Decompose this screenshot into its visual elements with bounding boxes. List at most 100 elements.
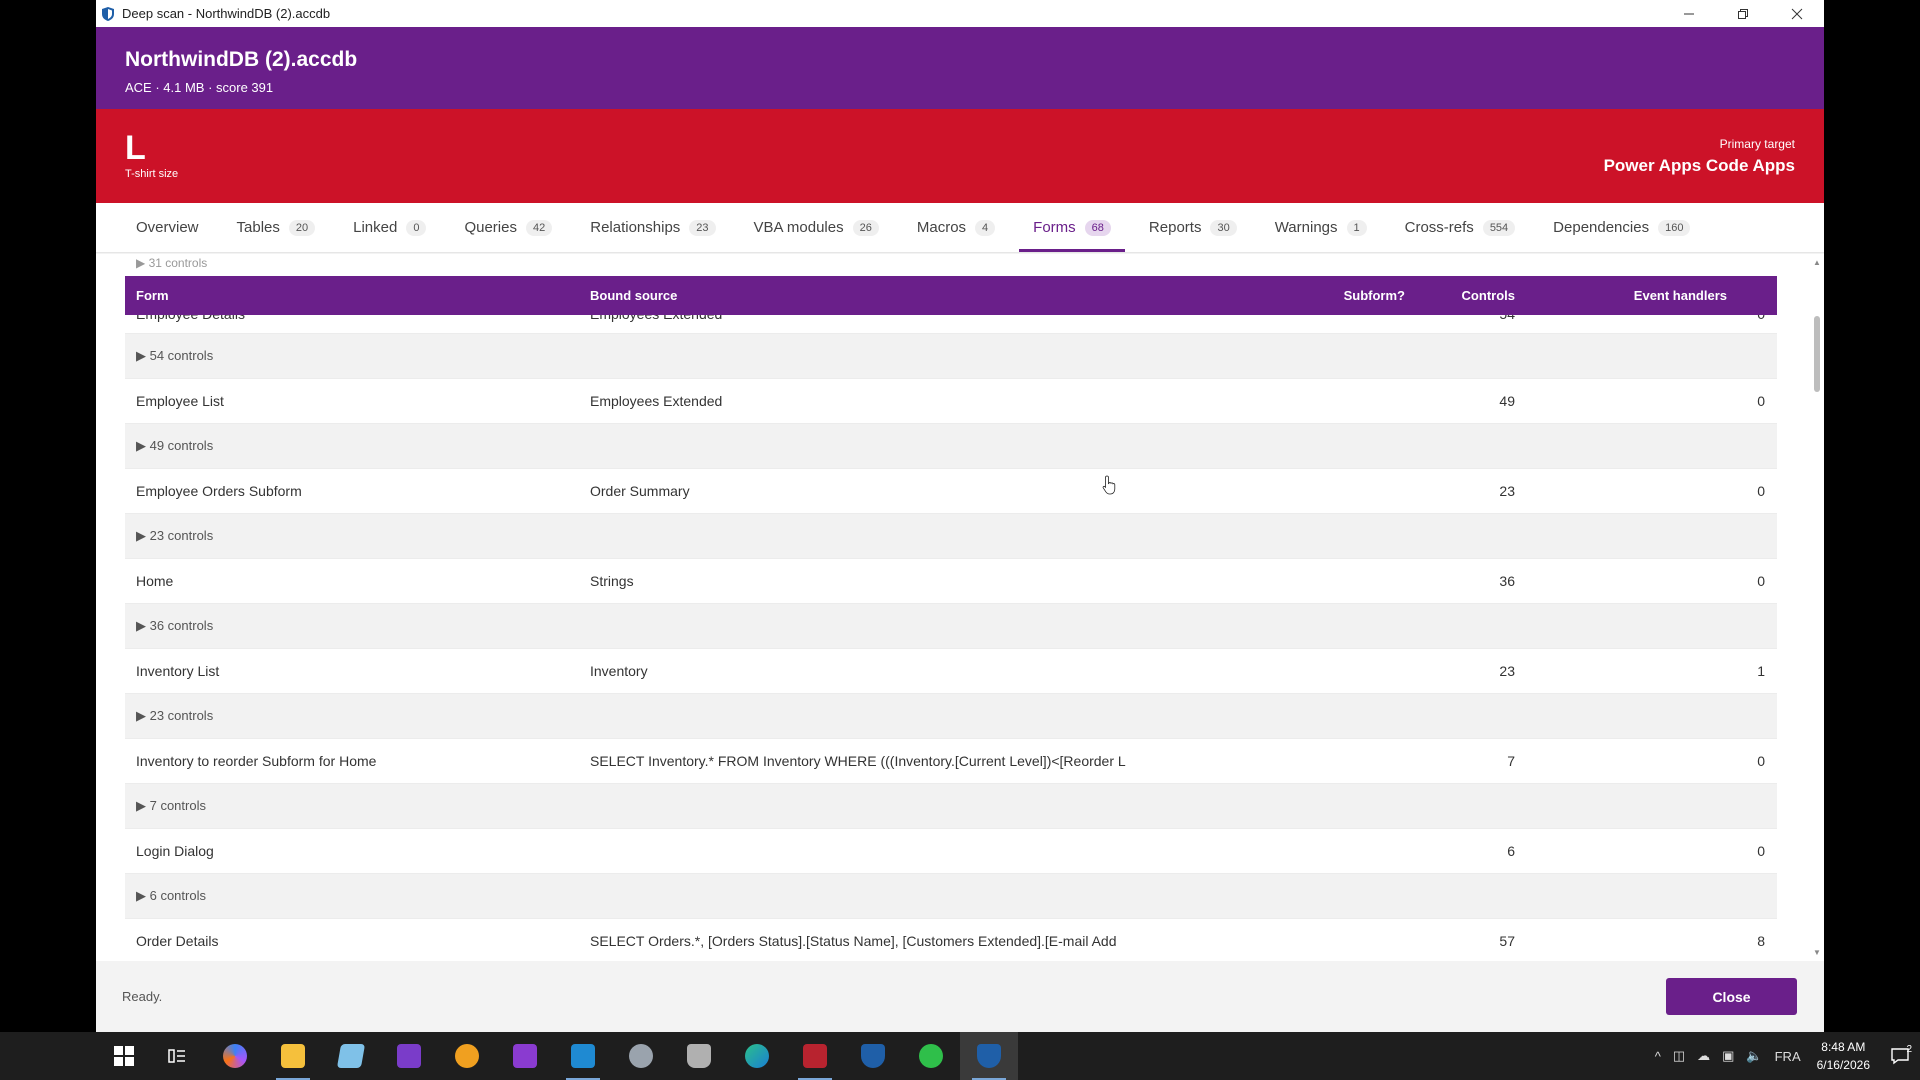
visual-studio-icon xyxy=(397,1044,421,1068)
notification-count: 2 xyxy=(1906,1044,1912,1055)
tab-reports[interactable]: Reports 30 xyxy=(1135,203,1251,252)
expand-controls-toggle[interactable]: ▶ 49 controls xyxy=(125,438,590,454)
tab-label: Cross-refs xyxy=(1404,219,1474,236)
folder-icon xyxy=(281,1044,305,1068)
show-hidden-icons-chevron-icon[interactable]: ^ xyxy=(1655,1049,1661,1064)
taskbar-app-access[interactable] xyxy=(786,1032,844,1080)
expand-controls-toggle[interactable]: ▶ 6 controls xyxy=(125,888,590,904)
expand-controls-toggle[interactable]: ▶ 7 controls xyxy=(125,798,590,814)
forms-table-panel: ▶ 31 controls Form Bound source Subform?… xyxy=(96,254,1824,961)
scroll-up-arrow-icon[interactable]: ▲ xyxy=(1813,258,1821,267)
tab-relationships[interactable]: Relationships 23 xyxy=(576,203,729,252)
tab-forms[interactable]: Forms 68 xyxy=(1019,203,1125,252)
tab-cross-refs[interactable]: Cross-refs 554 xyxy=(1391,203,1530,252)
expand-controls-toggle[interactable]: ▶ 54 controls xyxy=(125,348,590,364)
taskbar-app-cloud-tool[interactable] xyxy=(612,1032,670,1080)
tab-queries[interactable]: Queries 42 xyxy=(450,203,566,252)
table-row[interactable]: Employee List Employees Extended 49 0 xyxy=(125,379,1777,424)
tab-vba-modules[interactable]: VBA modules 26 xyxy=(740,203,893,252)
language-indicator[interactable]: FRA xyxy=(1775,1049,1801,1064)
taskbar-app-xbox[interactable] xyxy=(902,1032,960,1080)
taskbar-app-visual-studio[interactable] xyxy=(380,1032,438,1080)
copilot-icon xyxy=(223,1044,247,1068)
shield-icon xyxy=(861,1044,885,1068)
column-header-bound-source[interactable]: Bound source xyxy=(590,288,1305,303)
scroll-down-arrow-icon[interactable]: ▼ xyxy=(1813,948,1821,957)
column-header-event-handlers[interactable]: Event handlers xyxy=(1525,288,1777,303)
taskbar-app-database[interactable] xyxy=(670,1032,728,1080)
vertical-scrollbar[interactable]: ▲ ▼ xyxy=(1810,254,1824,961)
table-row[interactable]: Login Dialog 6 0 xyxy=(125,829,1777,874)
tab-count-badge: 4 xyxy=(975,219,996,236)
minimize-button[interactable] xyxy=(1662,0,1716,27)
event-handlers-cell: 8 xyxy=(1757,933,1765,949)
close-window-button[interactable] xyxy=(1770,0,1824,27)
tab-linked[interactable]: Linked 0 xyxy=(339,203,440,252)
tab-warnings[interactable]: Warnings 1 xyxy=(1261,203,1381,252)
table-row[interactable]: Inventory to reorder Subform for Home SE… xyxy=(125,739,1777,784)
expand-controls-row[interactable]: ▶ 36 controls xyxy=(125,604,1777,649)
tab-tables[interactable]: Tables 20 xyxy=(223,203,330,252)
close-button[interactable]: Close xyxy=(1666,978,1797,1015)
tab-dependencies[interactable]: Dependencies 160 xyxy=(1539,203,1704,252)
notification-center-button[interactable]: 2 xyxy=(1880,1044,1920,1065)
expand-controls-toggle[interactable]: ▶ 36 controls xyxy=(125,618,590,634)
event-handlers-cell: 0 xyxy=(1757,843,1765,859)
expand-controls-row[interactable]: ▶ 23 controls xyxy=(125,694,1777,739)
table-body: Employee Details Employees Extended 54 0… xyxy=(125,294,1777,961)
tab-count-badge: 26 xyxy=(852,219,879,236)
restore-button[interactable] xyxy=(1716,0,1770,27)
taskbar-app-copilot[interactable] xyxy=(206,1032,264,1080)
expand-controls-row[interactable]: ▶ 49 controls xyxy=(125,424,1777,469)
table-row[interactable]: Employee Orders Subform Order Summary 23… xyxy=(125,469,1777,514)
tab-overview[interactable]: Overview xyxy=(122,203,213,252)
taskbar-app-monitor[interactable] xyxy=(438,1032,496,1080)
primary-target-label: Primary target xyxy=(1719,137,1795,151)
expand-controls-row[interactable]: ▶ 6 controls xyxy=(125,874,1777,919)
taskbar-app-vscode[interactable] xyxy=(554,1032,612,1080)
taskbar-app-file-explorer[interactable] xyxy=(264,1032,322,1080)
form-name-cell: Home xyxy=(136,573,174,589)
column-header-controls[interactable]: Controls xyxy=(1405,288,1525,303)
expand-controls-row[interactable]: ▶ 7 controls xyxy=(125,784,1777,829)
table-row[interactable]: Home Strings 36 0 xyxy=(125,559,1777,604)
event-handlers-cell: 0 xyxy=(1757,573,1765,589)
column-header-subform[interactable]: Subform? xyxy=(1305,288,1405,303)
tab-count-badge: 68 xyxy=(1084,219,1111,236)
task-view-icon xyxy=(168,1049,185,1063)
column-header-form[interactable]: Form xyxy=(125,288,590,303)
taskbar-app-powerapps[interactable] xyxy=(496,1032,554,1080)
start-button[interactable] xyxy=(100,1032,148,1080)
scrollbar-thumb[interactable] xyxy=(1814,316,1820,392)
deep-scan-shield-icon xyxy=(977,1044,1001,1068)
tab-count-badge: 20 xyxy=(288,219,316,236)
volume-icon[interactable]: 🔈 xyxy=(1746,1048,1762,1064)
taskbar-app-notepad[interactable] xyxy=(322,1032,380,1080)
form-name-cell: Login Dialog xyxy=(136,843,214,859)
expand-controls-toggle[interactable]: ▶ 23 controls xyxy=(125,708,590,724)
taskbar-app-edge[interactable] xyxy=(728,1032,786,1080)
expand-controls-toggle[interactable]: ▶ 23 controls xyxy=(125,528,590,544)
form-name-cell: Order Details xyxy=(136,933,219,949)
notepad-icon xyxy=(336,1044,366,1068)
task-view-button[interactable] xyxy=(148,1032,206,1080)
taskbar-app-deep-scan[interactable] xyxy=(960,1032,1018,1080)
controls-cell: 49 xyxy=(1499,393,1515,409)
status-text: Ready. xyxy=(122,989,163,1004)
tab-label: Overview xyxy=(136,219,199,236)
form-name-cell: Inventory to reorder Subform for Home xyxy=(136,753,377,769)
onedrive-cloud-icon[interactable]: ☁ xyxy=(1697,1048,1710,1064)
clock-time: 8:48 AM xyxy=(1821,1040,1866,1054)
table-row[interactable]: Order Details SELECT Orders.*, [Orders S… xyxy=(125,919,1777,961)
expand-controls-row[interactable]: ▶ 54 controls xyxy=(125,334,1777,379)
clock[interactable]: 8:48 AM 6/16/2026 xyxy=(1817,1038,1870,1074)
tab-macros[interactable]: Macros 4 xyxy=(903,203,1009,252)
expand-controls-row[interactable]: ▶ 23 controls xyxy=(125,514,1777,559)
system-tray: ^ ◫ ☁ ▣ 🔈 FRA 8:48 AM 6/16/2026 2 xyxy=(1649,1032,1920,1080)
controls-cell: 23 xyxy=(1499,663,1515,679)
camera-icon[interactable]: ◫ xyxy=(1673,1048,1685,1064)
table-row[interactable]: Inventory List Inventory 23 1 xyxy=(125,649,1777,694)
network-icon[interactable]: ▣ xyxy=(1722,1048,1734,1064)
tab-count-badge: 30 xyxy=(1210,219,1237,236)
taskbar-app-defender[interactable] xyxy=(844,1032,902,1080)
